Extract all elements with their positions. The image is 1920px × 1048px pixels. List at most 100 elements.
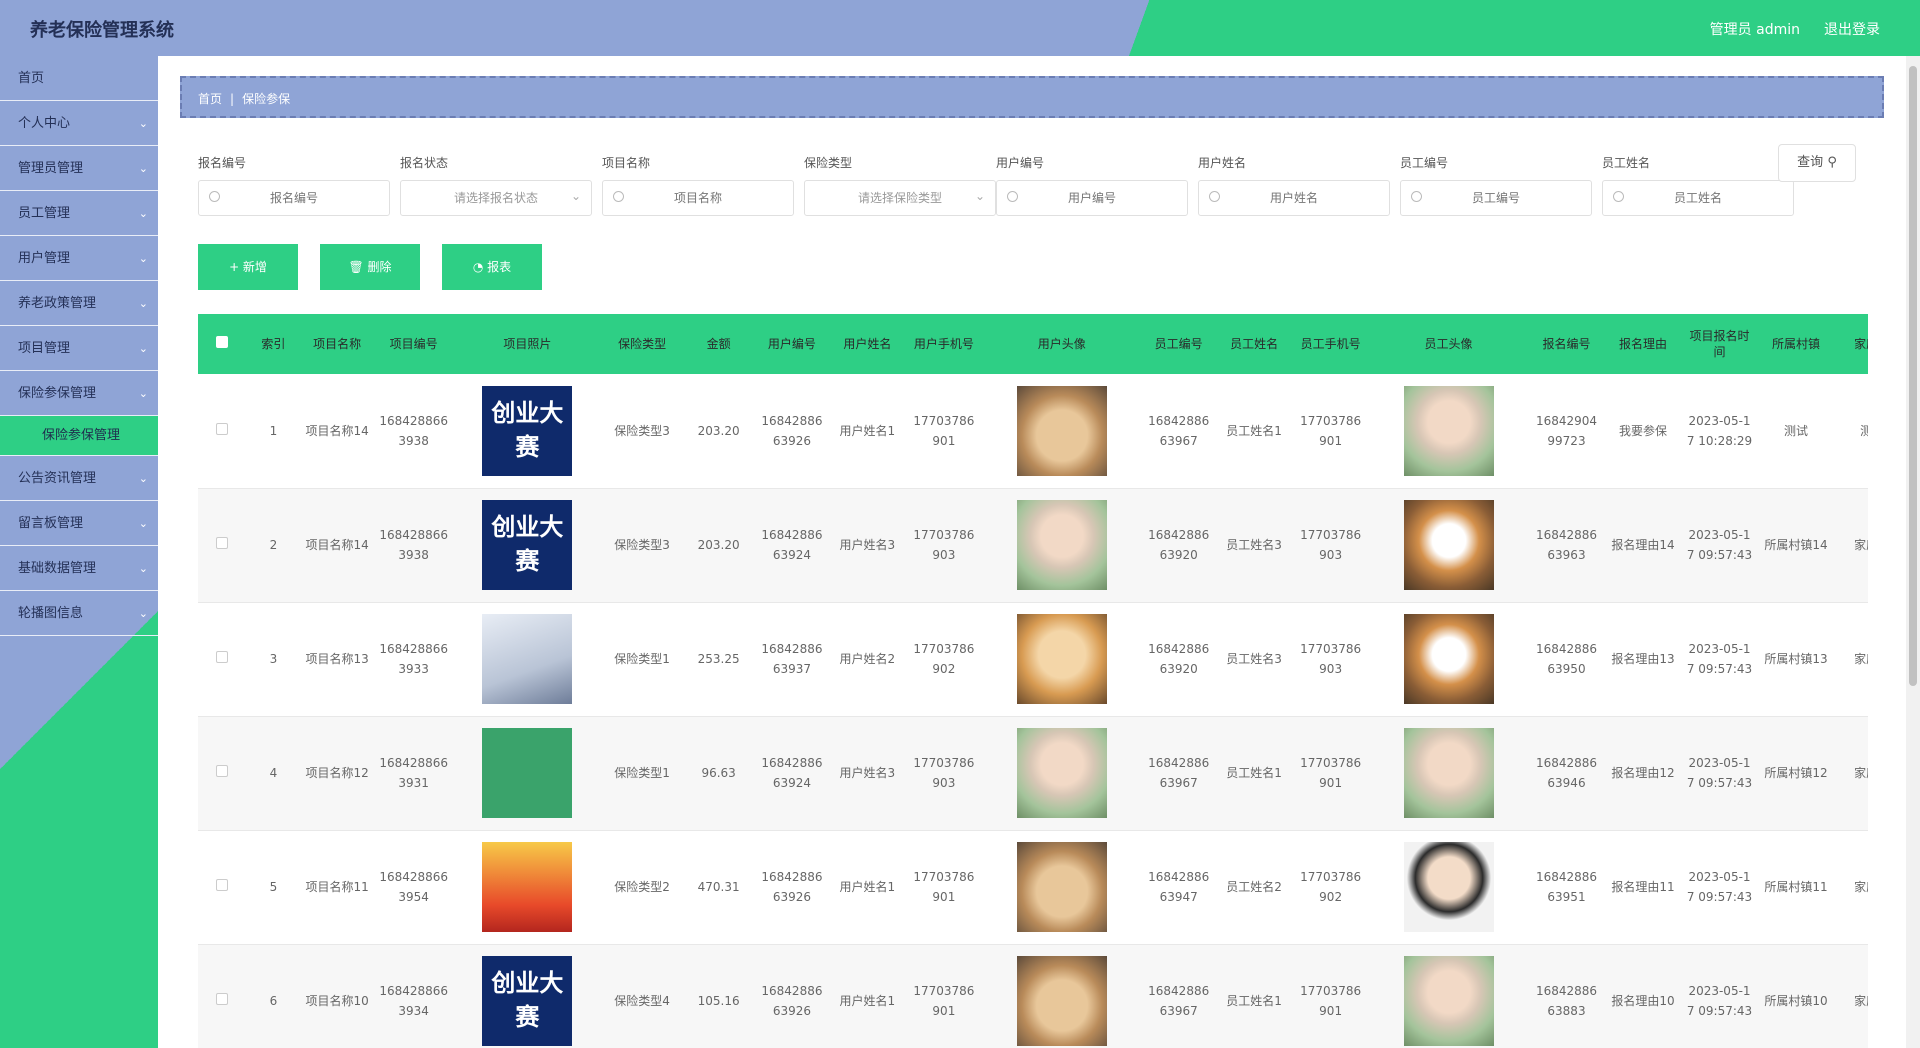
filter-input[interactable] [1199,181,1389,215]
filter-select[interactable]: 请选择报名状态 ⌄ [400,180,592,216]
column-header: 报名理由 [1618,337,1667,351]
project-image: 创业大赛 [482,956,573,1046]
column-header: 用户手机号 [913,337,974,351]
row-checkbox[interactable] [198,944,247,1048]
sidebar-item-label: 基础数据管理 [18,561,97,576]
column-header: 金额 [706,337,731,351]
sidebar-item-8[interactable]: 公告资讯管理 ⌄ [0,456,158,501]
chevron-down-icon: ⌄ [138,162,148,175]
sidebar-item-label: 养老政策管理 [18,296,97,311]
cell-reason: 报名理由12 [1611,766,1675,780]
breadcrumb-home[interactable]: 首页 [198,92,222,106]
chevron-down-icon: ⌄ [138,117,148,130]
sidebar-item-label: 留言板管理 [18,516,84,531]
filter-input[interactable] [1603,181,1793,215]
table-row[interactable]: 2 项目名称14 1684288663938 创业大赛 保险类型3 203.20 16842… [198,488,1868,602]
user-avatar [1016,614,1107,704]
sidebar-item-1[interactable]: 个人中心 ⌄ [0,101,158,146]
cell-staff-no: 1684288663920 [1148,642,1210,676]
filter-input[interactable] [603,181,793,215]
cell-proj-no: 1684288663954 [379,870,449,904]
cell-staff-phone: 17703786901 [1300,984,1362,1018]
cell-ins-type: 保险类型3 [614,538,670,552]
table-row[interactable]: 4 项目名称12 1684288663931 保险类型1 96.63 1684288663… [198,716,1868,830]
sidebar-item-0[interactable]: 首页 [0,56,158,101]
query-button[interactable]: 查询 ⚲ [1778,144,1856,182]
filter-7: 员工姓名 [1602,152,1794,216]
sidebar-item-9[interactable]: 留言板管理 ⌄ [0,501,158,546]
row-checkbox[interactable] [198,488,247,602]
row-checkbox[interactable] [198,830,247,944]
delete-button[interactable]: 🗑 删除 [320,244,420,290]
sidebar-item-2[interactable]: 管理员管理 ⌄ [0,146,158,191]
top-header: 养老保险管理系统 管理员 admin 退出登录 [0,0,1920,56]
column-header: 用户姓名 [843,337,892,351]
table-row[interactable]: 5 项目名称11 1684288663954 保险类型2 470.31 168428866… [198,830,1868,944]
user-avatar [1016,956,1107,1046]
column-header: 项目报名时间 [1689,329,1750,359]
sidebar-item-4[interactable]: 用户管理 ⌄ [0,236,158,281]
cell-avatar [1369,830,1528,944]
sidebar-item-label: 公告资讯管理 [18,471,97,486]
cell-staff-no: 1684288663947 [1148,870,1210,904]
sidebar-item-label: 轮播图信息 [18,606,84,621]
column-header: 家庭 [1854,337,1868,351]
cell-project-image: 创业大赛 [453,374,602,488]
table-row[interactable]: 1 项目名称14 1684288663938 创业大赛 保险类型3 203.20 16842… [198,374,1868,488]
sidebar-item-label: 首页 [18,71,45,86]
staff-avatar [1403,385,1494,476]
filter-label: 用户姓名 [1198,156,1247,170]
chevron-down-icon: ⌄ [138,207,148,220]
cell-reason: 报名理由14 [1611,538,1675,552]
filter-input[interactable] [997,181,1187,215]
sidebar-item-7[interactable]: 保险参保管理 ⌄ [0,371,158,416]
row-checkbox[interactable] [198,602,247,716]
sidebar-item-11[interactable]: 轮播图信息 ⌄ [0,591,158,636]
table-row[interactable]: 6 项目名称10 1684288663934 创业大赛 保险类型4 105.16 16842… [198,944,1868,1048]
row-checkbox[interactable] [198,716,247,830]
cell-amount: 253.25 [697,652,740,666]
search-icon [1209,191,1220,202]
sidebar-item-5[interactable]: 养老政策管理 ⌄ [0,281,158,326]
cell-idx: 6 [269,994,278,1008]
app-title: 养老保险管理系统 [30,20,174,41]
breadcrumb-current: 保险参保 [242,92,291,106]
cell-amount: 96.63 [701,766,736,780]
user-avatar [1016,385,1107,476]
vertical-scrollbar[interactable] [1906,56,1920,1048]
add-button[interactable]: + 新增 [198,244,298,290]
cell-staff-name: 员工姓名1 [1226,423,1282,438]
select-all-checkbox[interactable] [198,314,247,374]
filter-input-box [602,180,794,216]
filter-select[interactable]: 请选择保险类型 ⌄ [804,180,996,216]
report-button[interactable]: ◔ 报表 [442,244,542,290]
sidebar-item-3[interactable]: 员工管理 ⌄ [0,191,158,236]
column-header: 员工手机号 [1300,337,1361,351]
sidebar-subitem-insurance[interactable]: 保险参保管理 [0,416,158,456]
sidebar-item-label: 项目管理 [18,341,71,356]
cell-user-phone: 17703786903 [913,528,975,562]
cell-family: 家庭 [1854,538,1868,552]
filter-input[interactable] [199,181,389,215]
cell-village: 所属村镇12 [1764,766,1828,780]
filter-input[interactable] [1401,181,1591,215]
row-checkbox[interactable] [198,374,247,488]
cell-time: 2023-05-17 09:57:43 [1686,756,1753,790]
logout-link[interactable]: 退出登录 [1824,19,1880,39]
cell-project-image [453,716,602,830]
project-image [482,614,573,704]
project-image [482,728,573,818]
cell-avatar [982,374,1141,488]
sidebar-item-10[interactable]: 基础数据管理 ⌄ [0,546,158,591]
table-row[interactable]: 3 项目名称13 1684288663933 保险类型1 253.25 168428866… [198,602,1868,716]
cell-user-name: 用户姓名3 [839,766,896,780]
sidebar-item-6[interactable]: 项目管理 ⌄ [0,326,158,371]
cell-avatar [1369,602,1528,716]
cell-project-image [453,830,602,944]
cell-staff-phone: 17703786903 [1300,528,1362,562]
column-header: 索引 [261,337,286,351]
filter-label: 用户编号 [996,156,1045,170]
cell-time: 2023-05-17 09:57:43 [1686,528,1753,562]
cell-user-name: 用户姓名3 [839,538,896,552]
select-placeholder: 请选择报名状态 [453,191,538,205]
